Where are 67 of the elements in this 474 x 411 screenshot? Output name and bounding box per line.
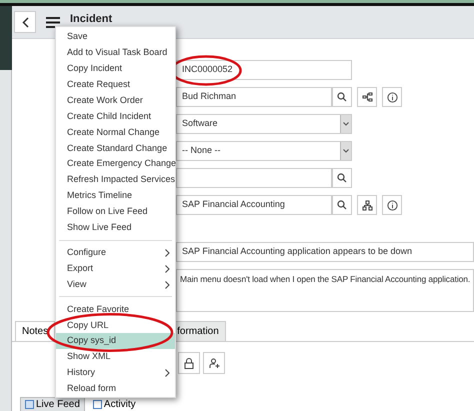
add-user-button[interactable] bbox=[203, 352, 225, 374]
menu-item[interactable]: Copy Incident bbox=[56, 60, 175, 77]
feed-icon bbox=[92, 400, 102, 408]
icon-button[interactable] bbox=[332, 168, 352, 188]
feed-icon bbox=[25, 400, 34, 409]
info-icon bbox=[386, 92, 398, 102]
field-value: Main menu doesn't load when I open the SAP Financial Accounting application. bbox=[180, 274, 470, 284]
menu-item[interactable]: Create Child Incident bbox=[56, 108, 175, 124]
menu-item[interactable]: Show XML bbox=[56, 349, 175, 366]
menu-item[interactable]: Show Live Feed bbox=[56, 220, 175, 236]
chevron-right-icon bbox=[165, 369, 170, 378]
menu-item[interactable]: Export bbox=[56, 260, 175, 277]
dropdown-button[interactable] bbox=[340, 142, 351, 160]
field-value: Bud Richman bbox=[182, 90, 236, 104]
field-value: -- None -- bbox=[182, 144, 221, 158]
search-icon bbox=[337, 92, 347, 102]
menu-item[interactable]: Create Emergency Change bbox=[56, 156, 175, 172]
menu-icon[interactable] bbox=[46, 16, 60, 28]
icon-button[interactable] bbox=[332, 195, 352, 215]
field-value: Software bbox=[182, 117, 218, 130]
menu-item[interactable]: History bbox=[56, 365, 175, 381]
hierarchy-icon bbox=[362, 200, 372, 210]
menu-item[interactable]: Create Request bbox=[56, 76, 175, 93]
menu-item[interactable]: Reload form bbox=[56, 380, 175, 397]
icon-button[interactable] bbox=[332, 87, 352, 107]
icon-button[interactable] bbox=[382, 87, 402, 107]
lock-icon bbox=[184, 358, 194, 368]
text-area[interactable]: Main menu doesn't load when I open the SAP Financial Accounting application. bbox=[176, 269, 474, 312]
menu-item[interactable]: Create Favorite bbox=[56, 301, 175, 318]
add-user-icon bbox=[208, 358, 220, 368]
chevron-down-icon bbox=[343, 149, 349, 153]
window-title: Incident bbox=[70, 12, 112, 27]
field-value: SAP Financial Accounting application appears to be down bbox=[182, 245, 412, 258]
menu-item[interactable]: Create Work Order bbox=[56, 92, 175, 109]
field-value: INC0000052 bbox=[182, 63, 233, 76]
reference-field[interactable] bbox=[176, 168, 332, 188]
feed-tab[interactable]: Live Feed bbox=[20, 397, 85, 411]
text-field[interactable]: SAP Financial Accounting application appears to be down bbox=[176, 242, 474, 262]
reference-field[interactable]: Bud Richman bbox=[176, 87, 332, 107]
menu-item[interactable]: Save bbox=[56, 29, 175, 45]
reference-field[interactable]: SAP Financial Accounting bbox=[176, 195, 332, 215]
tree-icon bbox=[362, 92, 372, 102]
chevron-down-icon bbox=[343, 122, 349, 126]
field-value: SAP Financial Accounting bbox=[182, 198, 285, 212]
icon-button[interactable] bbox=[357, 87, 377, 107]
menu-item[interactable]: Create Standard Change bbox=[56, 140, 175, 156]
text-field[interactable]: INC0000052 bbox=[176, 60, 352, 80]
icon-button[interactable] bbox=[382, 195, 402, 215]
info-icon bbox=[386, 200, 398, 210]
menu-item[interactable]: Add to Visual Task Board bbox=[56, 44, 175, 61]
search-icon bbox=[337, 173, 347, 183]
menu-item[interactable]: View bbox=[56, 276, 175, 292]
menu-item[interactable]: Copy sys_id bbox=[56, 333, 175, 350]
select-field[interactable]: -- None -- bbox=[176, 141, 352, 161]
sidebar-strip bbox=[0, 6, 12, 70]
back-button[interactable] bbox=[14, 11, 36, 33]
lock-button[interactable] bbox=[178, 352, 200, 374]
menu-item[interactable]: Metrics Timeline bbox=[56, 188, 175, 204]
chevron-left-icon bbox=[22, 16, 28, 28]
icon-button[interactable] bbox=[357, 195, 377, 215]
menu-item[interactable]: Create Normal Change bbox=[56, 124, 175, 140]
menu-item[interactable]: Configure bbox=[56, 244, 175, 261]
menu-item[interactable]: Follow on Live Feed bbox=[56, 204, 175, 220]
dropdown-button[interactable] bbox=[340, 115, 351, 133]
search-icon bbox=[337, 200, 347, 210]
menu-item[interactable]: Refresh Impacted Services bbox=[56, 172, 175, 188]
select-field[interactable]: Software bbox=[176, 114, 352, 134]
